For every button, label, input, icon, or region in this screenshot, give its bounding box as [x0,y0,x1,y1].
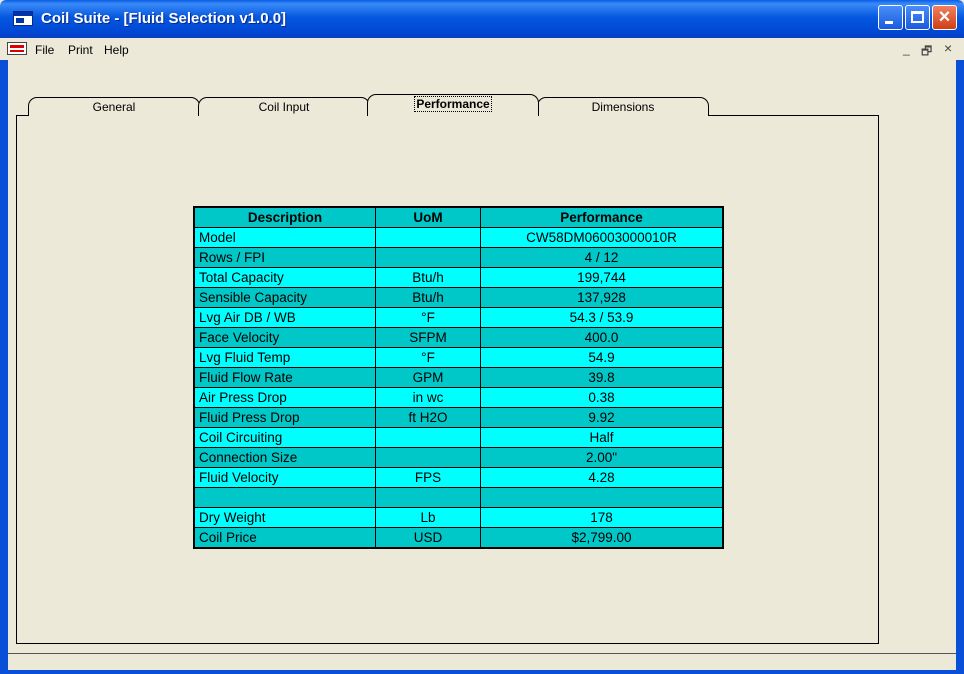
table-row: Coil Price USD $2,799.00 [195,528,722,547]
row-uom: °F [376,348,480,367]
app-icon[interactable] [13,11,33,26]
minimize-button[interactable] [878,5,903,30]
tab-dimensions[interactable]: Dimensions [537,97,709,116]
row-uom [376,248,480,267]
row-value: 178 [481,508,722,527]
row-uom: GPM [376,368,480,387]
table-row: Connection Size 2.00" [195,448,722,467]
minimize-icon [885,21,893,24]
child-minimize-button[interactable]: _ [903,42,910,56]
table-row [195,488,722,507]
row-description: Lvg Fluid Temp [195,348,375,367]
close-button[interactable]: × [932,5,957,30]
row-value: 9.92 [481,408,722,427]
header-performance: Performance [481,208,722,227]
tab-coil-input[interactable]: Coil Input [198,97,370,116]
menu-file[interactable]: File [35,43,54,57]
header-uom: UoM [376,208,480,227]
row-value: Half [481,428,722,447]
table-row: Sensible Capacity Btu/h 137,928 [195,288,722,307]
row-value [481,488,722,507]
menu-print[interactable]: Print [68,43,93,57]
table-row: Total Capacity Btu/h 199,744 [195,268,722,287]
row-description: Total Capacity [195,268,375,287]
table-header-row: Description UoM Performance [195,208,722,227]
row-description: Rows / FPI [195,248,375,267]
row-uom: FPS [376,468,480,487]
tab-dimensions-label: Dimensions [591,100,655,114]
row-value: CW58DM06003000010R [481,228,722,247]
row-value: 2.00" [481,448,722,467]
row-value: 54.3 / 53.9 [481,308,722,327]
table-row: Fluid Flow Rate GPM 39.8 [195,368,722,387]
row-value: 54.9 [481,348,722,367]
row-description: Connection Size [195,448,375,467]
row-description: Model [195,228,375,247]
row-uom: in wc [376,388,480,407]
table-row: Rows / FPI 4 / 12 [195,248,722,267]
row-description: Fluid Flow Rate [195,368,375,387]
row-uom [376,448,480,467]
row-value: 400.0 [481,328,722,347]
table-row: Air Press Drop in wc 0.38 [195,388,722,407]
window-border-right [956,60,964,674]
row-description: Coil Circuiting [195,428,375,447]
row-uom: Btu/h [376,288,480,307]
row-uom: °F [376,308,480,327]
row-value: 199,744 [481,268,722,287]
row-value: 39.8 [481,368,722,387]
row-description: Lvg Air DB / WB [195,308,375,327]
window-title: Coil Suite - [Fluid Selection v1.0.0] [41,10,287,27]
row-description: Face Velocity [195,328,375,347]
row-uom [376,228,480,247]
status-divider [8,653,956,654]
tab-general[interactable]: General [28,97,200,116]
table-row: Lvg Fluid Temp °F 54.9 [195,348,722,367]
table-row: Fluid Velocity FPS 4.28 [195,468,722,487]
child-close-button[interactable]: × [944,40,952,56]
maximize-icon [911,11,924,23]
row-description: Fluid Velocity [195,468,375,487]
header-description: Description [195,208,375,227]
row-value: $2,799.00 [481,528,722,547]
window-border-left [0,60,8,674]
row-value: 137,928 [481,288,722,307]
maximize-button[interactable] [905,5,930,30]
tab-performance-label: Performance [414,96,492,112]
performance-table: Description UoM Performance Model CW58DM0… [193,206,724,549]
row-description: Coil Price [195,528,375,547]
table-row: Lvg Air DB / WB °F 54.3 / 53.9 [195,308,722,327]
row-uom [376,488,480,507]
row-uom: USD [376,528,480,547]
tab-general-label: General [92,100,136,114]
menu-bar [0,38,964,60]
menu-help[interactable]: Help [104,43,129,57]
window-border-bottom [0,670,964,674]
row-value: 4.28 [481,468,722,487]
close-icon: × [938,6,951,28]
table-row: Coil Circuiting Half [195,428,722,447]
table-row: Model CW58DM06003000010R [195,228,722,247]
title-bar[interactable]: Coil Suite - [Fluid Selection v1.0.0] × [0,0,964,38]
row-description: Dry Weight [195,508,375,527]
row-uom: SFPM [376,328,480,347]
row-uom: Lb [376,508,480,527]
row-description [195,488,375,507]
row-uom: ft H2O [376,408,480,427]
row-description: Sensible Capacity [195,288,375,307]
tab-coil-input-label: Coil Input [258,100,310,114]
row-uom [376,428,480,447]
row-value: 0.38 [481,388,722,407]
row-description: Air Press Drop [195,388,375,407]
tab-performance[interactable]: Performance [367,94,539,116]
table-row: Dry Weight Lb 178 [195,508,722,527]
document-icon[interactable] [7,42,27,55]
table-row: Face Velocity SFPM 400.0 [195,328,722,347]
row-description: Fluid Press Drop [195,408,375,427]
row-value: 4 / 12 [481,248,722,267]
table-row: Fluid Press Drop ft H2O 9.92 [195,408,722,427]
row-uom: Btu/h [376,268,480,287]
